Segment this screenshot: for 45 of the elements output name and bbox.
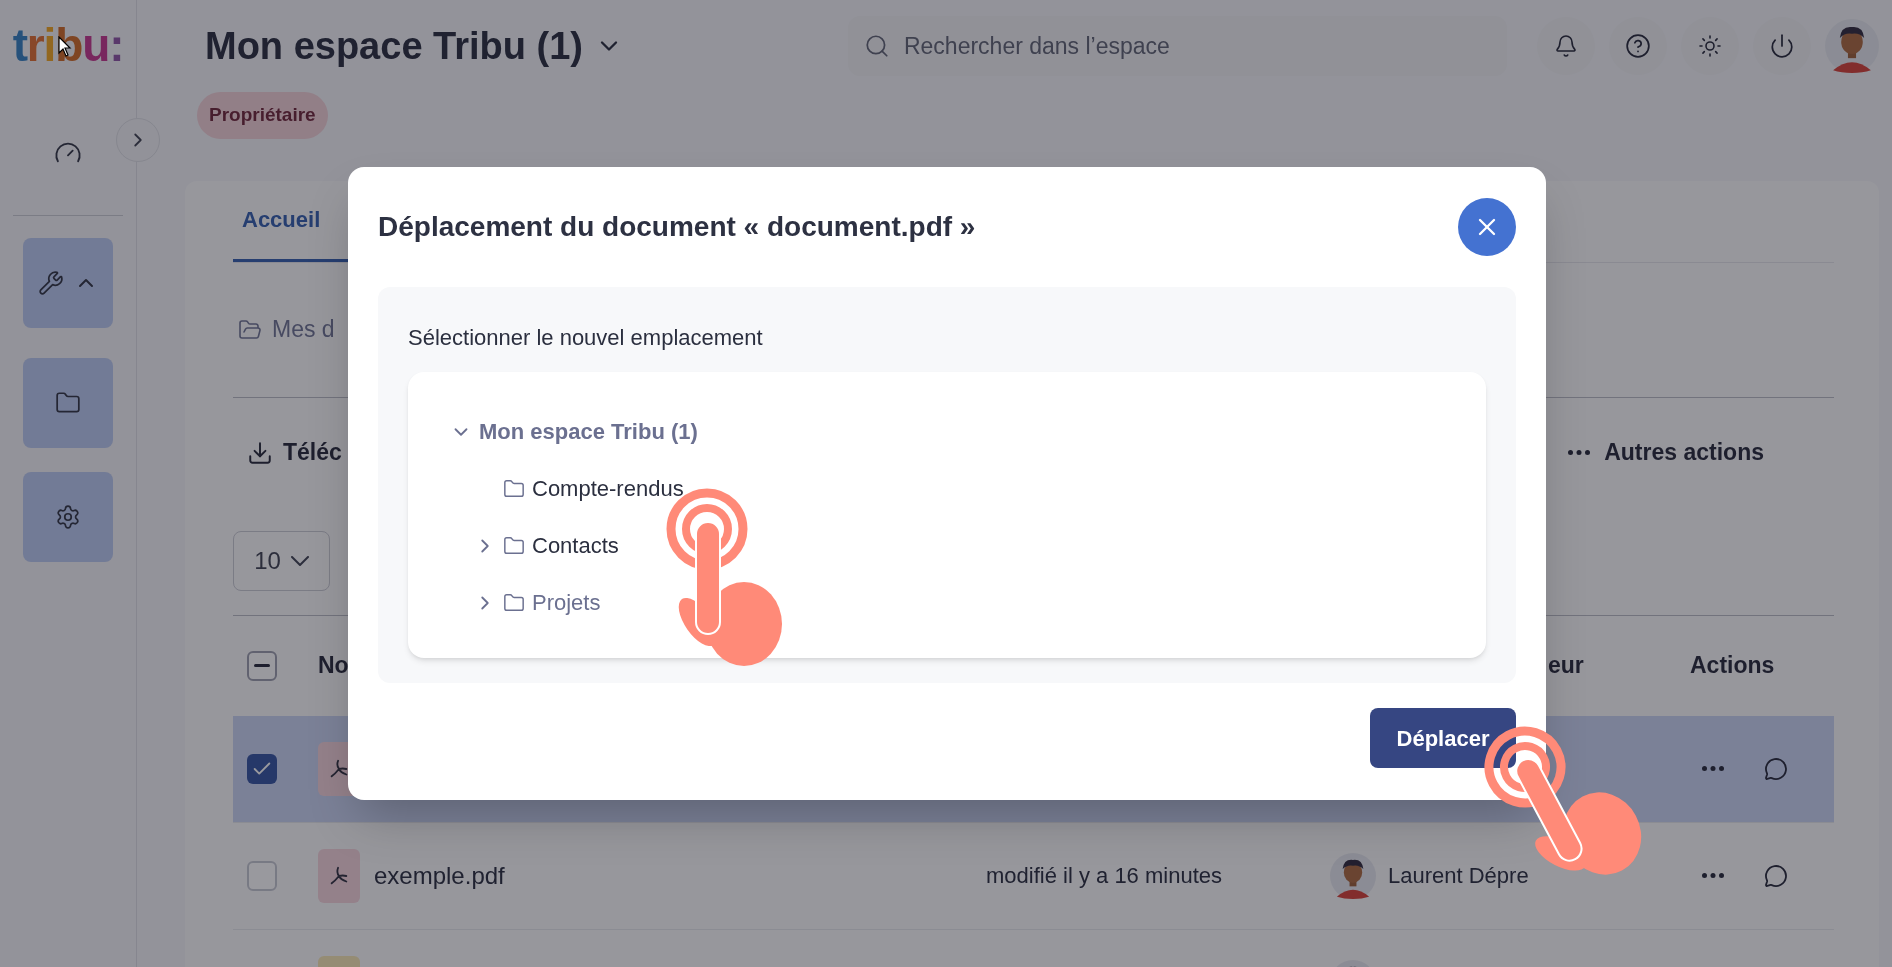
folder-icon: [503, 534, 525, 557]
breadcrumb-link[interactable]: Mes d: [272, 312, 335, 347]
bell-icon: [1553, 34, 1578, 58]
more-actions-button[interactable]: Autres actions: [1604, 435, 1764, 470]
pointer-icon: [58, 36, 72, 58]
file-icon: [318, 848, 360, 903]
more-icon: [1568, 450, 1591, 455]
file-name[interactable]: exemple.pdf: [374, 857, 505, 894]
power-icon: [1768, 33, 1795, 59]
location-prompt: Sélectionner le nouvel emplacement: [408, 324, 764, 352]
comment-icon[interactable]: [1764, 863, 1788, 888]
download-action[interactable]: Téléc: [283, 435, 342, 470]
author-name: Laurent Dépre: [1388, 862, 1529, 890]
checkbox[interactable]: [247, 650, 277, 681]
folder-icon: [503, 477, 525, 500]
move-button[interactable]: Déplacer: [1370, 708, 1516, 768]
modified-date: modifié il y a 16 minutes: [986, 863, 1222, 888]
settings-icon: [55, 504, 81, 530]
author-avatar: [1330, 852, 1376, 899]
folder-icon: [503, 591, 525, 614]
search-input[interactable]: Rechercher dans l’espace: [903, 28, 1491, 64]
comment-icon[interactable]: [1764, 756, 1788, 781]
folder-tile[interactable]: [23, 358, 113, 448]
settings-tile[interactable]: [23, 472, 113, 562]
help-icon: [1624, 33, 1651, 59]
folder-icon: [55, 390, 81, 416]
more-icon[interactable]: [1702, 873, 1724, 878]
page-size-select[interactable]: 10: [233, 530, 330, 591]
sun-icon: [1697, 34, 1722, 58]
checkbox[interactable]: [247, 860, 277, 891]
tools-tile[interactable]: [23, 238, 113, 328]
minus-icon: [254, 664, 270, 667]
checkbox[interactable]: [247, 753, 277, 784]
role-badge: Propriétaire: [197, 92, 328, 139]
download-icon[interactable]: [247, 439, 273, 466]
search-icon: [863, 33, 890, 59]
column-header[interactable]: eur: [1548, 648, 1690, 683]
close-button[interactable]: [1458, 198, 1516, 256]
column-header: Actions: [1690, 651, 1775, 681]
space-title[interactable]: Mon espace Tribu (1): [205, 17, 583, 75]
folder-open-icon: [238, 317, 262, 342]
wrench-icon: [38, 270, 64, 296]
user-avatar: [1824, 19, 1879, 73]
chevron-icon: [290, 555, 309, 566]
more-icon[interactable]: [1702, 766, 1724, 771]
